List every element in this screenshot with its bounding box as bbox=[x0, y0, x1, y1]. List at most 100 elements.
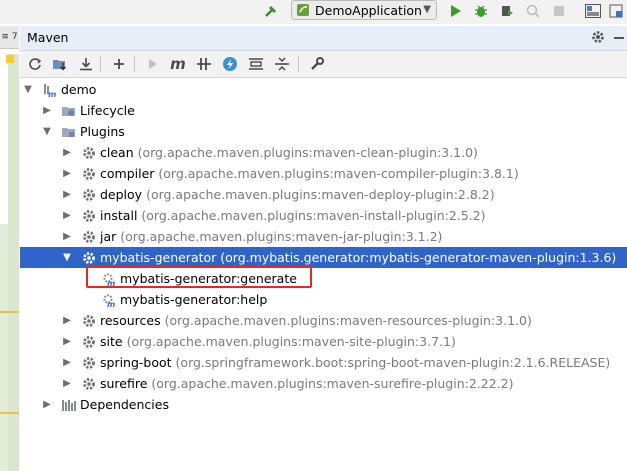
chevron-right-icon[interactable]: ▶ bbox=[62, 231, 72, 242]
run-configuration-name: DemoApplication bbox=[315, 2, 422, 18]
minimize-icon[interactable] bbox=[614, 37, 624, 39]
chevron-right-icon[interactable]: ▶ bbox=[62, 210, 72, 221]
plugin-gear-icon bbox=[81, 250, 97, 266]
plugin-gear-icon bbox=[81, 229, 97, 245]
chevron-right-icon[interactable]: ▶ bbox=[62, 357, 72, 368]
chevron-right-icon[interactable]: ▶ bbox=[62, 315, 72, 326]
project-structure-icon[interactable] bbox=[585, 0, 601, 22]
plugin-coordinates: (org.apache.maven.plugins:maven-compiler… bbox=[158, 166, 519, 181]
settings-wrench-icon[interactable] bbox=[308, 55, 326, 73]
changed-lines-band bbox=[8, 54, 19, 471]
chevron-right-icon[interactable]: ▶ bbox=[42, 105, 52, 116]
chevron-down-icon[interactable]: ▼ bbox=[42, 126, 52, 137]
plugin-node[interactable]: ▶ jar (org.apache.maven.plugins:maven-ja… bbox=[20, 226, 627, 247]
skip-tests-icon[interactable] bbox=[221, 55, 239, 73]
chevron-right-icon[interactable]: ▶ bbox=[62, 147, 72, 158]
plugin-coordinates: (org.apache.maven.plugins:maven-surefire… bbox=[151, 376, 514, 391]
plugin-coordinates: (org.apache.maven.plugins:maven-install-… bbox=[141, 208, 486, 223]
reload-icon[interactable] bbox=[26, 55, 44, 73]
build-hammer-icon[interactable] bbox=[262, 0, 280, 22]
chevron-right-icon[interactable]: ▶ bbox=[42, 399, 52, 410]
project-name: demo bbox=[61, 82, 97, 97]
plugin-gear-icon bbox=[81, 334, 97, 350]
goal-node[interactable]: m mybatis-generator:help bbox=[20, 289, 627, 310]
plugin-coordinates: (org.mybatis.generator:mybatis-generator… bbox=[220, 250, 617, 265]
maven-panel-header: Maven bbox=[20, 26, 627, 51]
run-icon[interactable] bbox=[144, 55, 162, 73]
tree-node-project[interactable]: ▼ m demo bbox=[20, 79, 627, 100]
plugin-name: install bbox=[100, 208, 138, 223]
plugin-coordinates: (org.apache.maven.plugins:maven-site-plu… bbox=[126, 334, 456, 349]
generate-sources-icon[interactable] bbox=[51, 55, 69, 73]
stop-icon[interactable] bbox=[551, 0, 567, 22]
tree-node-lifecycle[interactable]: ▶ Lifecycle bbox=[20, 100, 627, 121]
plugin-node[interactable]: ▶ compiler (org.apache.maven.plugins:mav… bbox=[20, 163, 627, 184]
lifecycle-label: Lifecycle bbox=[80, 103, 135, 118]
plugin-gear-icon bbox=[81, 208, 97, 224]
chevron-down-icon[interactable]: ▼ bbox=[23, 84, 33, 95]
plugin-node[interactable]: ▶ spring-boot (org.springframework.boot:… bbox=[20, 352, 627, 373]
show-dependencies-icon[interactable] bbox=[247, 55, 265, 73]
tree-node-plugins[interactable]: ▼ Plugins bbox=[20, 121, 627, 142]
plugin-coordinates: (org.apache.maven.plugins:maven-jar-plug… bbox=[120, 229, 443, 244]
goal-name: mybatis-generator:help bbox=[120, 292, 268, 307]
plugin-node[interactable]: ▶ install (org.apache.maven.plugins:mave… bbox=[20, 205, 627, 226]
plugin-node[interactable]: ▶ clean (org.apache.maven.plugins:maven-… bbox=[20, 142, 627, 163]
run-icon[interactable] bbox=[448, 0, 464, 22]
warning-marker[interactable] bbox=[0, 412, 19, 414]
chevron-right-icon[interactable]: ▶ bbox=[62, 168, 72, 179]
plugin-name: jar bbox=[100, 229, 117, 244]
svg-text:m: m bbox=[107, 300, 115, 308]
plugin-coordinates: (org.apache.maven.plugins:maven-clean-pl… bbox=[137, 145, 478, 160]
changed-lines-band-lower bbox=[0, 224, 8, 471]
plugins-label: Plugins bbox=[80, 124, 125, 139]
chevron-right-icon[interactable]: ▶ bbox=[62, 189, 72, 200]
plugin-node[interactable]: ▶ deploy (org.apache.maven.plugins:maven… bbox=[20, 184, 627, 205]
toolbar-separator bbox=[298, 56, 299, 72]
plugin-node[interactable]: ▶ surefire (org.apache.maven.plugins:mav… bbox=[20, 373, 627, 394]
plugin-name: clean bbox=[100, 145, 134, 160]
plugin-gear-icon bbox=[81, 376, 97, 392]
plugin-name: deploy bbox=[100, 187, 143, 202]
plugin-node-selected[interactable]: ▼ mybatis-generator (org.mybatis.generat… bbox=[20, 247, 627, 268]
run-toolbar: DemoApplication ▼ bbox=[0, 0, 627, 24]
tree-node-dependencies[interactable]: ▶ Dependencies bbox=[20, 394, 627, 415]
plugin-gear-icon bbox=[81, 166, 97, 182]
plugin-name: compiler bbox=[100, 166, 155, 181]
annotation-highlight-box bbox=[86, 266, 312, 288]
collapse-all-icon[interactable] bbox=[273, 55, 291, 73]
spring-app-icon bbox=[296, 3, 310, 17]
profiler-icon[interactable] bbox=[525, 0, 541, 22]
maven-project-icon: m bbox=[42, 82, 58, 99]
dependencies-icon bbox=[61, 397, 77, 413]
run-with-coverage-icon[interactable] bbox=[499, 0, 515, 22]
plugin-name: surefire bbox=[100, 376, 148, 391]
editor-tab-stub[interactable]: ≡ 7 bbox=[0, 26, 19, 49]
debug-bug-icon[interactable] bbox=[473, 0, 489, 22]
run-configuration-selector[interactable]: DemoApplication ▼ bbox=[291, 0, 437, 20]
warning-marker-icon[interactable] bbox=[6, 55, 14, 63]
download-icon[interactable] bbox=[77, 55, 95, 73]
plugin-node[interactable]: ▶ resources (org.apache.maven.plugins:ma… bbox=[20, 310, 627, 331]
plugin-name: spring-boot bbox=[100, 355, 172, 370]
add-icon[interactable] bbox=[110, 55, 128, 73]
toggle-offline-icon[interactable] bbox=[195, 55, 213, 73]
folder-icon bbox=[61, 124, 77, 140]
chevron-down-icon[interactable]: ▼ bbox=[423, 4, 431, 15]
execute-goal-icon[interactable]: m bbox=[169, 55, 187, 73]
chevron-right-icon[interactable]: ▶ bbox=[62, 336, 72, 347]
plugin-gear-icon bbox=[81, 355, 97, 371]
sdk-icon[interactable] bbox=[608, 0, 624, 22]
plugin-coordinates: (org.springframework.boot:spring-boot-ma… bbox=[175, 355, 611, 370]
chevron-down-icon[interactable]: ▼ bbox=[62, 252, 72, 263]
editor-gutter: ≡ 7 bbox=[0, 24, 21, 471]
plugin-node[interactable]: ▶ site (org.apache.maven.plugins:maven-s… bbox=[20, 331, 627, 352]
plugin-gear-icon bbox=[81, 187, 97, 203]
warning-marker[interactable] bbox=[0, 311, 19, 313]
panel-title: Maven bbox=[27, 30, 69, 45]
toolbar-separator bbox=[134, 56, 135, 72]
gear-icon[interactable] bbox=[590, 29, 606, 45]
maven-tool-window: Maven m ▼ m demo ▶ Lifecycle ▼ Plugins ▶… bbox=[20, 24, 627, 471]
chevron-right-icon[interactable]: ▶ bbox=[62, 378, 72, 389]
toolbar-separator bbox=[100, 56, 101, 72]
